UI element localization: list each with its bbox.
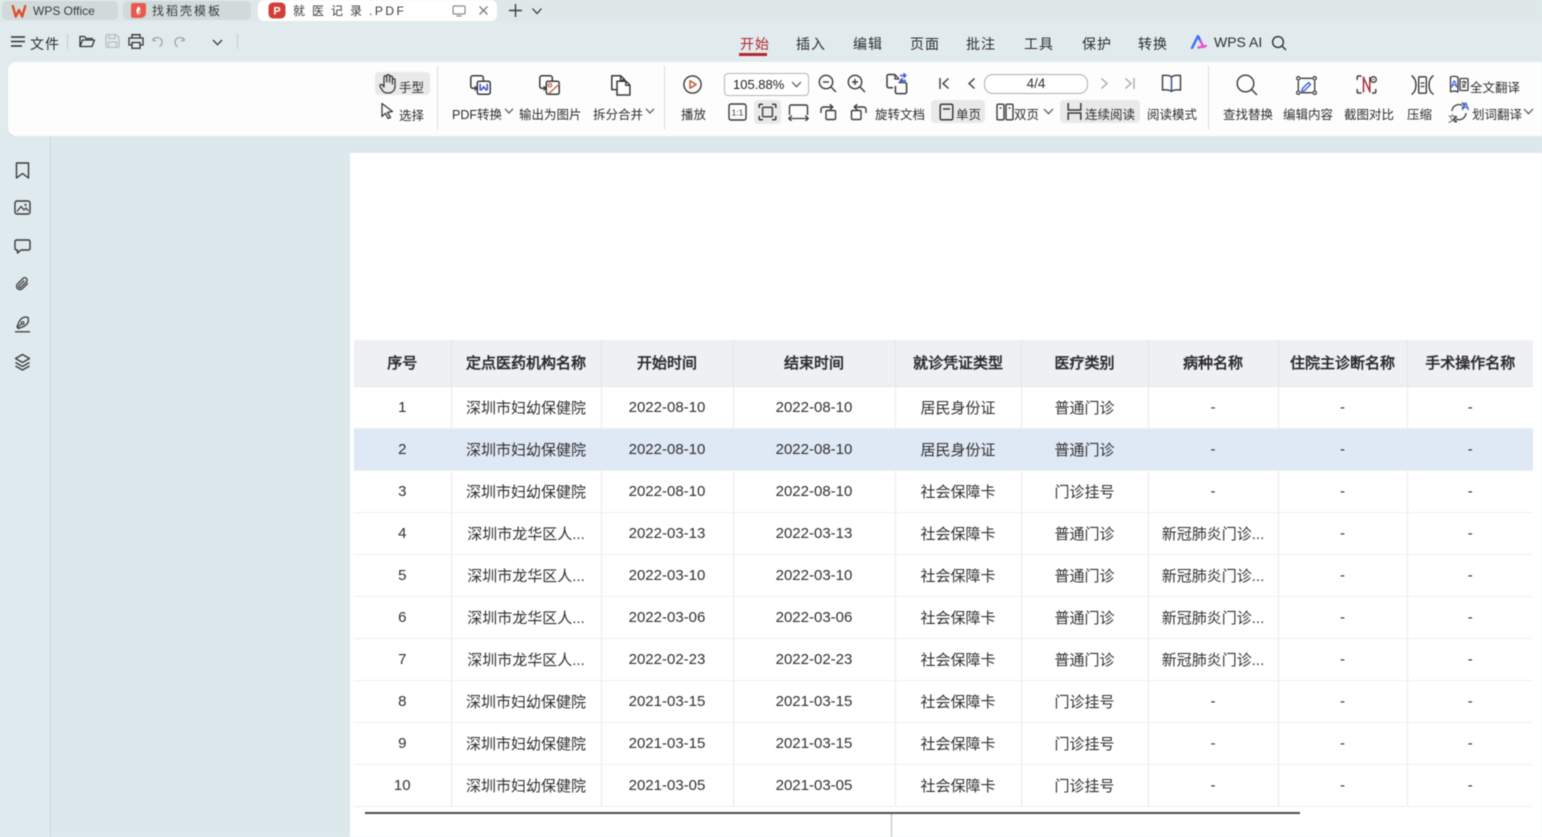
svg-text:1:1: 1:1 <box>732 108 744 118</box>
svg-text:A: A <box>1451 80 1458 91</box>
svg-text:文: 文 <box>1448 113 1457 123</box>
svg-text:A: A <box>1462 102 1470 113</box>
svg-text:P: P <box>273 6 280 18</box>
